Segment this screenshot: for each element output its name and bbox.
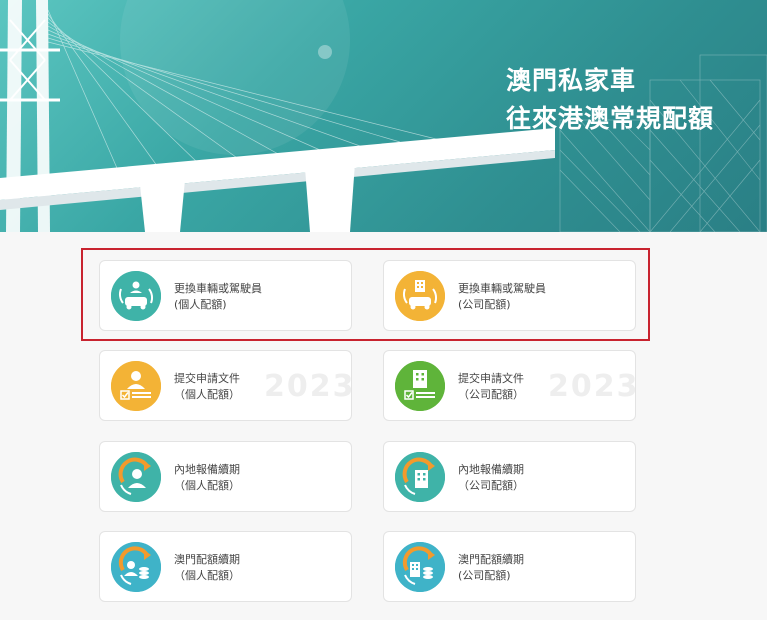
card-title: 澳門配額續期 bbox=[458, 553, 524, 566]
hero-banner: 澳門私家車 往來港澳常規配額 bbox=[0, 0, 767, 232]
macau-quota-renewal-company-card[interactable]: 澳門配額續期 (公司配額) bbox=[383, 531, 636, 602]
building-car-swap-icon bbox=[395, 271, 445, 321]
card-label: 提交申請文件 （個人配額） bbox=[174, 371, 240, 403]
card-subtitle: （個人配額） bbox=[174, 388, 240, 401]
card-subtitle: （公司配額） bbox=[458, 479, 524, 492]
card-title: 提交申請文件 bbox=[174, 372, 240, 385]
card-title: 提交申請文件 bbox=[458, 372, 524, 385]
person-coins-renew-icon bbox=[111, 542, 161, 592]
person-renew-icon bbox=[111, 452, 161, 502]
card-subtitle: （個人配額） bbox=[174, 569, 240, 582]
card-title: 內地報備續期 bbox=[458, 463, 524, 476]
card-label: 內地報備續期 （個人配額） bbox=[174, 462, 240, 494]
person-document-icon bbox=[111, 361, 161, 411]
card-label: 更換車輛或駕駛員 (個人配額) bbox=[174, 281, 262, 313]
card-title: 更換車輛或駕駛員 bbox=[458, 282, 546, 295]
building-renew-icon bbox=[395, 452, 445, 502]
mainland-renewal-company-card[interactable]: 內地報備續期 （公司配額） bbox=[383, 441, 636, 512]
change-vehicle-company-card[interactable]: 更換車輛或駕駛員 (公司配額) bbox=[383, 260, 636, 331]
card-title: 澳門配額續期 bbox=[174, 553, 240, 566]
mainland-renewal-personal-card[interactable]: 內地報備續期 （個人配額） bbox=[99, 441, 352, 512]
card-label: 澳門配額續期 (公司配額) bbox=[458, 552, 524, 584]
card-title: 更換車輛或駕駛員 bbox=[174, 282, 262, 295]
card-subtitle: (公司配額) bbox=[458, 298, 511, 311]
banner-title-line1: 澳門私家車 bbox=[506, 66, 637, 95]
year-watermark: 2023 bbox=[264, 369, 352, 404]
building-document-icon bbox=[395, 361, 445, 411]
change-vehicle-personal-card[interactable]: 更換車輛或駕駛員 (個人配額) bbox=[99, 260, 352, 331]
card-subtitle: (個人配額) bbox=[174, 298, 227, 311]
person-car-swap-icon bbox=[111, 271, 161, 321]
card-subtitle: （公司配額） bbox=[458, 388, 524, 401]
year-watermark: 2023 bbox=[548, 369, 636, 404]
submit-documents-company-card[interactable]: 2023 提交申請文件 （公司配額） bbox=[383, 350, 636, 421]
submit-documents-personal-card[interactable]: 2023 提交申請文件 （個人配額） bbox=[99, 350, 352, 421]
card-subtitle: （個人配額） bbox=[174, 479, 240, 492]
banner-title-line2: 往來港澳常規配額 bbox=[506, 104, 715, 133]
building-coins-renew-icon bbox=[395, 542, 445, 592]
banner-title: 澳門私家車 往來港澳常規配額 bbox=[506, 62, 714, 138]
card-title: 內地報備續期 bbox=[174, 463, 240, 476]
card-label: 澳門配額續期 （個人配額） bbox=[174, 552, 240, 584]
macau-quota-renewal-personal-card[interactable]: 澳門配額續期 （個人配額） bbox=[99, 531, 352, 602]
card-subtitle: (公司配額) bbox=[458, 569, 511, 582]
card-label: 更換車輛或駕駛員 (公司配額) bbox=[458, 281, 546, 313]
card-label: 內地報備續期 （公司配額） bbox=[458, 462, 524, 494]
card-label: 提交申請文件 （公司配額） bbox=[458, 371, 524, 403]
